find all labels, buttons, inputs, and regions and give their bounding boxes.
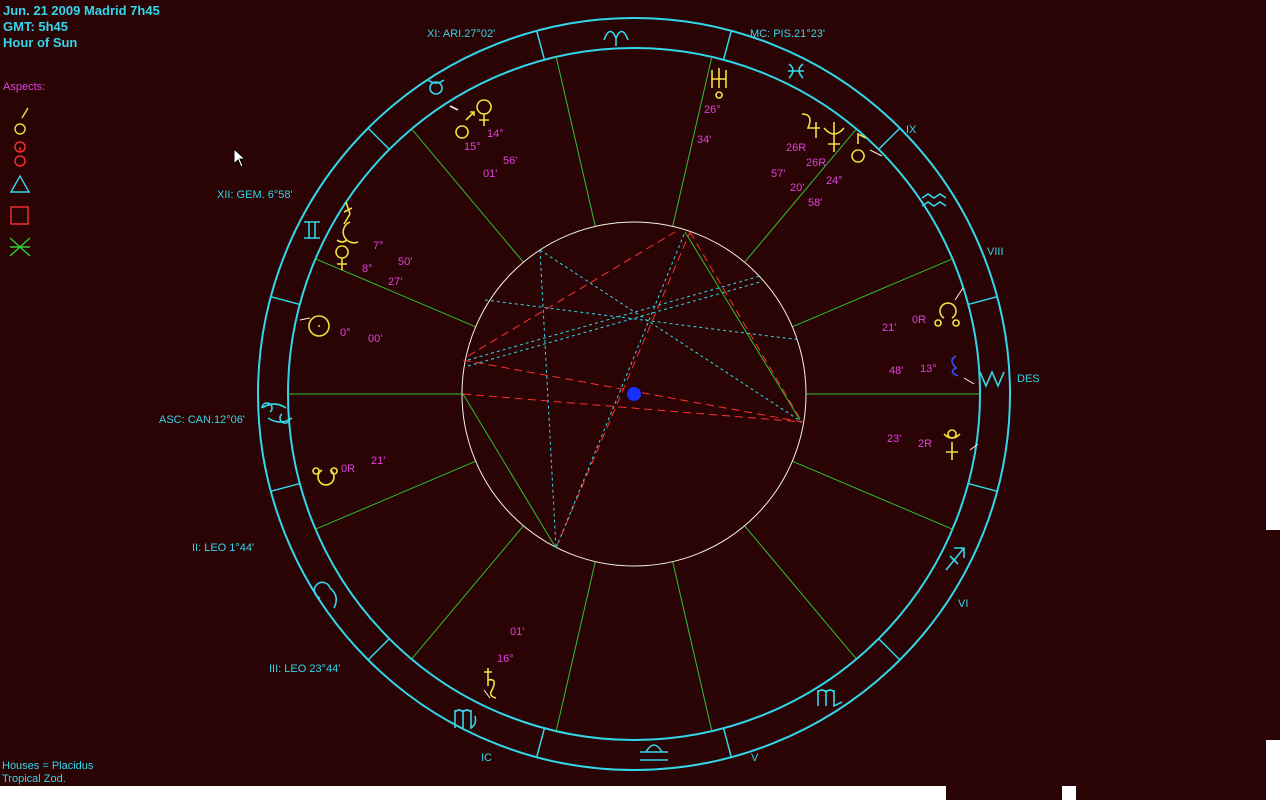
cusp-label-des: DES <box>1017 373 1040 385</box>
mercury-minute: 27' <box>388 276 402 288</box>
south-node-minute: 21' <box>371 455 385 467</box>
cusp-label-xii: XII: GEM. 6°58' <box>217 189 293 201</box>
uranus-minute: 34' <box>697 134 711 146</box>
uranus-degree: 26° <box>704 104 721 116</box>
cusp-label-ic: IC <box>481 752 492 764</box>
north-node-degree: 0R <box>912 314 926 326</box>
status-bar <box>0 786 946 800</box>
cusp-label-v: V <box>751 752 759 764</box>
cusp-label-xi: XI: ARI.27°02' <box>427 28 496 40</box>
mouse-cursor-icon <box>233 148 247 168</box>
moon-degree: 7° <box>373 240 384 252</box>
mars-minute: 01' <box>483 168 497 180</box>
cusp-label-vi: VI <box>958 598 969 610</box>
chart-date-location: Jun. 21 2009 Madrid 7h45 <box>3 3 160 18</box>
neptune-minute: 20' <box>790 182 804 194</box>
jupiter-degree: 26R <box>786 142 806 154</box>
cusp-label-asc: ASC: CAN.12°06' <box>159 414 245 426</box>
cusp-label-viii: VIII <box>987 246 1004 258</box>
lilith-degree: 13° <box>920 363 937 375</box>
background-strip <box>1266 640 1280 740</box>
venus-minute: 56' <box>503 155 517 167</box>
chart-wheel-svg: 15° 01' 14° 56' 26° 34' 26R 57' 26R 20' … <box>0 0 1280 800</box>
venus-degree: 14° <box>487 128 504 140</box>
mercury-degree: 8° <box>362 263 373 275</box>
sun-degree: 0° <box>340 327 351 339</box>
aspects-title: Aspects: <box>3 81 46 93</box>
cusp-label-mc: MC: PIS.21°23' <box>750 28 825 40</box>
cusp-label-iii: III: LEO 23°44' <box>269 663 341 675</box>
cusp-label-ix: IX <box>906 124 917 136</box>
saturn-degree: 16° <box>497 653 514 665</box>
sun-minute: 00' <box>368 333 382 345</box>
status-bar-gap <box>1062 786 1076 800</box>
chart-canvas: 15° 01' 14° 56' 26° 34' 26R 57' 26R 20' … <box>0 0 1280 800</box>
south-node-degree: 0R <box>341 463 355 475</box>
center-dot <box>627 387 641 401</box>
mars-degree: 15° <box>464 141 481 153</box>
footer-zodiac: Tropical Zod. <box>2 773 66 785</box>
moon-minute: 50' <box>398 256 412 268</box>
footer-houses: Houses = Placidus <box>2 760 94 772</box>
chiron-minute: 58' <box>808 197 822 209</box>
lilith-minute: 48' <box>889 365 903 377</box>
chiron-degree: 24° <box>826 175 843 187</box>
saturn-minute: 01' <box>510 626 524 638</box>
background-strip <box>1266 530 1280 640</box>
chart-gmt: GMT: 5h45 <box>3 19 69 34</box>
cusp-label-ii: II: LEO 1°44' <box>192 542 255 554</box>
chart-hour-ruler: Hour of Sun <box>3 35 78 50</box>
pluto-degree: 2R <box>918 438 932 450</box>
neptune-degree: 26R <box>806 157 826 169</box>
north-node-minute: 21' <box>882 322 896 334</box>
pluto-minute: 23' <box>887 433 901 445</box>
jupiter-minute: 57' <box>771 168 785 180</box>
